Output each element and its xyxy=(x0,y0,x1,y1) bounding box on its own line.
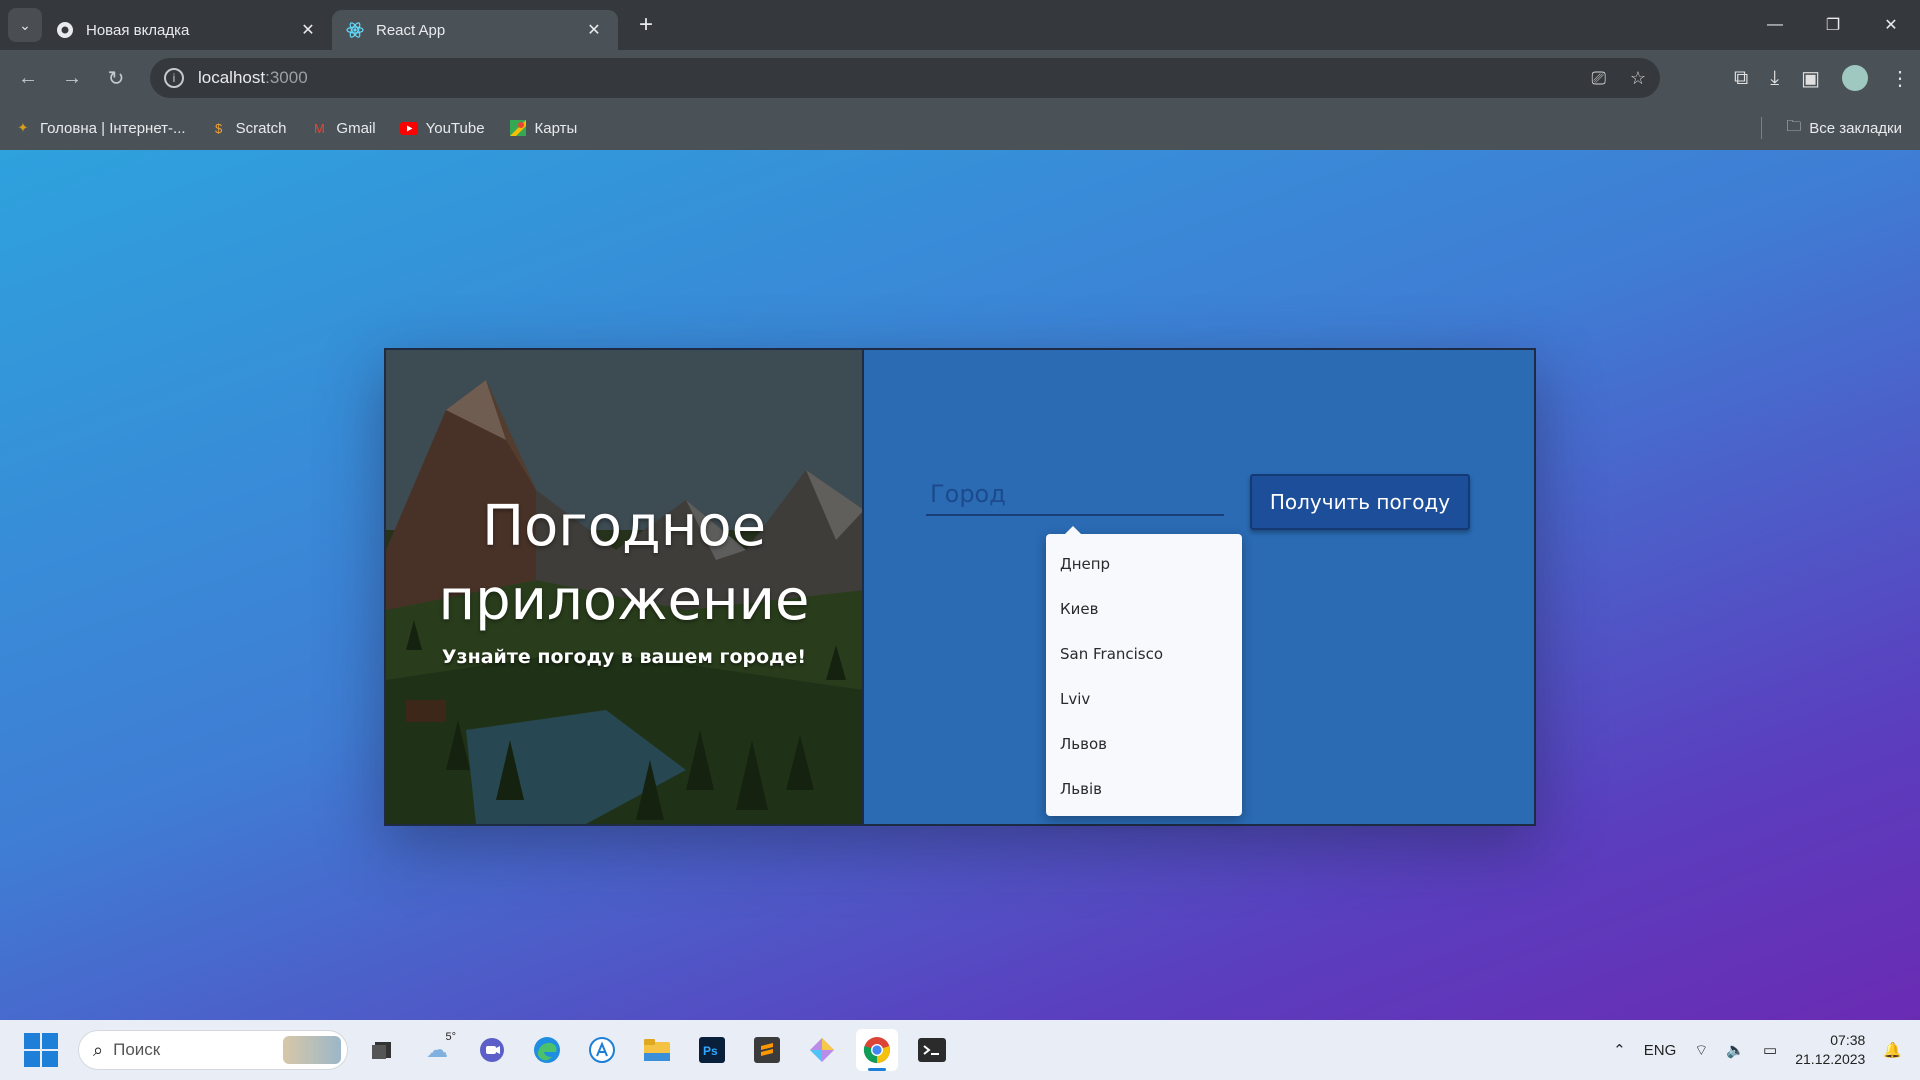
clock[interactable]: 07:38 21.12.2023 xyxy=(1795,1031,1865,1069)
bookmark-item[interactable]: M Gmail xyxy=(310,119,376,137)
bookmark-item[interactable]: $ Scratch xyxy=(210,119,287,137)
address-bar[interactable]: i localhost :3000 ⎚ ☆ xyxy=(150,58,1660,98)
city-suggestions-dropdown: Днепр Киев San Francisco Lviv Львов Льві… xyxy=(1046,526,1242,816)
taskbar-search[interactable]: ⌕ Поиск xyxy=(78,1030,348,1070)
git-client-icon[interactable] xyxy=(801,1029,843,1071)
app-title-line1: Погодное xyxy=(481,494,767,559)
form-panel: Получить погоду Днепр Киев San Francisco… xyxy=(864,350,1534,824)
menu-kebab-icon[interactable]: ⋮ xyxy=(1890,66,1910,91)
profile-avatar[interactable] xyxy=(1842,65,1868,91)
tab-new-tab[interactable]: Новая вкладка ✕ xyxy=(42,10,332,50)
bookmark-item[interactable]: Карты xyxy=(509,119,578,137)
browser-toolbar: ← → ↻ i localhost :3000 ⎚ ☆ ⧉ ⤓ ▣ ⋮ xyxy=(0,50,1920,106)
bookmarks-bar: ✦ Головна | Інтернет-... $ Scratch M Gma… xyxy=(0,106,1920,150)
app-title-line2: приложение xyxy=(438,568,810,633)
page-content: Погодное приложение Узнайте погоду в ваш… xyxy=(0,150,1920,1020)
bookmark-label: Gmail xyxy=(336,119,376,137)
photoshop-icon[interactable]: Ps xyxy=(691,1029,733,1071)
close-icon[interactable]: ✕ xyxy=(298,20,318,40)
gmail-icon: M xyxy=(314,120,325,136)
all-bookmarks-label: Все закладки xyxy=(1809,119,1902,137)
search-highlight-image xyxy=(283,1036,341,1064)
all-bookmarks-button[interactable]: 🗀 Все закладки xyxy=(1786,116,1902,141)
reload-button[interactable]: ↻ xyxy=(96,58,136,98)
battery-icon[interactable]: ▭ xyxy=(1763,1041,1777,1059)
bookmark-label: Головна | Інтернет-... xyxy=(40,119,186,137)
hero-panel: Погодное приложение Узнайте погоду в ваш… xyxy=(386,350,864,824)
tab-title: React App xyxy=(376,21,446,39)
chrome-icon xyxy=(56,21,74,39)
suggestion-item[interactable]: Киев xyxy=(1046,587,1242,632)
weather-widget-icon[interactable]: ☁ 5° xyxy=(416,1029,458,1071)
edge-icon[interactable] xyxy=(526,1029,568,1071)
get-weather-button[interactable]: Получить погоду xyxy=(1250,474,1470,530)
volume-icon[interactable]: 🔈 xyxy=(1726,1041,1745,1059)
app-store-icon[interactable] xyxy=(581,1029,623,1071)
city-input[interactable] xyxy=(926,474,1224,516)
language-indicator[interactable]: ENG xyxy=(1644,1042,1677,1059)
scratch-icon: $ xyxy=(214,120,223,136)
bookmark-item[interactable]: ✦ Головна | Інтернет-... xyxy=(14,119,186,137)
windows-taskbar: ⌕ Поиск ☁ 5° Ps ⌃ ENG ⌔ 🔈 ▭ 07:38 21.12.… xyxy=(0,1020,1920,1080)
app-subtitle: Узнайте погоду в вашем городе! xyxy=(441,646,807,668)
close-icon[interactable]: ✕ xyxy=(584,20,604,40)
minimize-button[interactable]: — xyxy=(1746,0,1804,50)
sublime-text-icon[interactable] xyxy=(746,1029,788,1071)
start-button[interactable] xyxy=(24,1033,58,1067)
suggestion-item[interactable]: Львов xyxy=(1046,722,1242,767)
clock-time: 07:38 xyxy=(1830,1032,1866,1048)
restore-button[interactable]: ❐ xyxy=(1804,0,1862,50)
bird-icon: ✦ xyxy=(17,120,29,135)
side-panel-icon[interactable]: ▣ xyxy=(1801,66,1820,91)
bookmark-label: Карты xyxy=(534,119,578,137)
bookmark-label: Scratch xyxy=(235,119,287,137)
clock-date: 21.12.2023 xyxy=(1795,1051,1866,1067)
weather-card: Погодное приложение Узнайте погоду в ваш… xyxy=(384,348,1536,826)
suggestion-item[interactable]: Львів xyxy=(1046,767,1242,812)
install-app-icon[interactable]: ⎚ xyxy=(1591,68,1605,89)
suggestion-item[interactable]: San Francisco xyxy=(1046,632,1242,677)
teams-icon[interactable] xyxy=(471,1029,513,1071)
file-explorer-icon[interactable] xyxy=(636,1029,678,1071)
url-port: :3000 xyxy=(265,68,308,87)
chevron-up-icon[interactable]: ⌃ xyxy=(1613,1041,1626,1059)
terminal-icon[interactable] xyxy=(911,1029,953,1071)
url-host: localhost xyxy=(198,68,266,87)
browser-tab-bar: ⌄ Новая вкладка ✕ React App ✕ + — ❐ ✕ xyxy=(0,0,1920,50)
youtube-icon xyxy=(399,119,418,137)
task-view-icon[interactable] xyxy=(361,1029,403,1071)
bookmark-star-icon[interactable]: ☆ xyxy=(1630,68,1646,89)
svg-text:Ps: Ps xyxy=(703,1044,718,1058)
suggestion-item[interactable]: Днепр xyxy=(1046,542,1242,587)
wifi-icon[interactable]: ⌔ xyxy=(1694,1041,1708,1060)
window-close-button[interactable]: ✕ xyxy=(1862,0,1920,50)
taskbar-search-placeholder: Поиск xyxy=(113,1040,161,1059)
back-button[interactable]: ← xyxy=(8,58,48,98)
tab-react-app[interactable]: React App ✕ xyxy=(332,10,618,50)
tab-title: Новая вкладка xyxy=(86,21,190,39)
weather-temp: 5° xyxy=(445,1031,456,1043)
new-tab-button[interactable]: + xyxy=(628,7,664,43)
maps-icon xyxy=(509,119,527,137)
tab-search-button[interactable]: ⌄ xyxy=(8,8,42,42)
download-icon[interactable]: ⤓ xyxy=(1770,67,1779,90)
bookmarks-divider xyxy=(1761,117,1762,139)
system-tray: ⌃ ENG ⌔ 🔈 ▭ 07:38 21.12.2023 🔔 xyxy=(1613,1031,1902,1069)
react-icon xyxy=(346,21,364,39)
suggestion-item[interactable]: Lviv xyxy=(1046,677,1242,722)
site-info-icon[interactable]: i xyxy=(164,68,184,88)
extensions-icon[interactable]: ⧉ xyxy=(1734,67,1748,90)
window-controls: — ❐ ✕ xyxy=(1746,0,1920,50)
hero-text: Погодное приложение Узнайте погоду в ваш… xyxy=(386,490,862,668)
folder-icon: 🗀 xyxy=(1786,117,1802,135)
bookmark-label: YouTube xyxy=(425,119,485,137)
forward-button[interactable]: → xyxy=(52,58,92,98)
chrome-taskbar-icon[interactable] xyxy=(856,1029,898,1071)
chevron-down-icon: ⌄ xyxy=(19,16,31,33)
search-icon: ⌕ xyxy=(93,1039,104,1060)
notification-bell-icon[interactable]: 🔔 xyxy=(1883,1041,1902,1059)
bookmark-item[interactable]: YouTube xyxy=(399,119,485,137)
